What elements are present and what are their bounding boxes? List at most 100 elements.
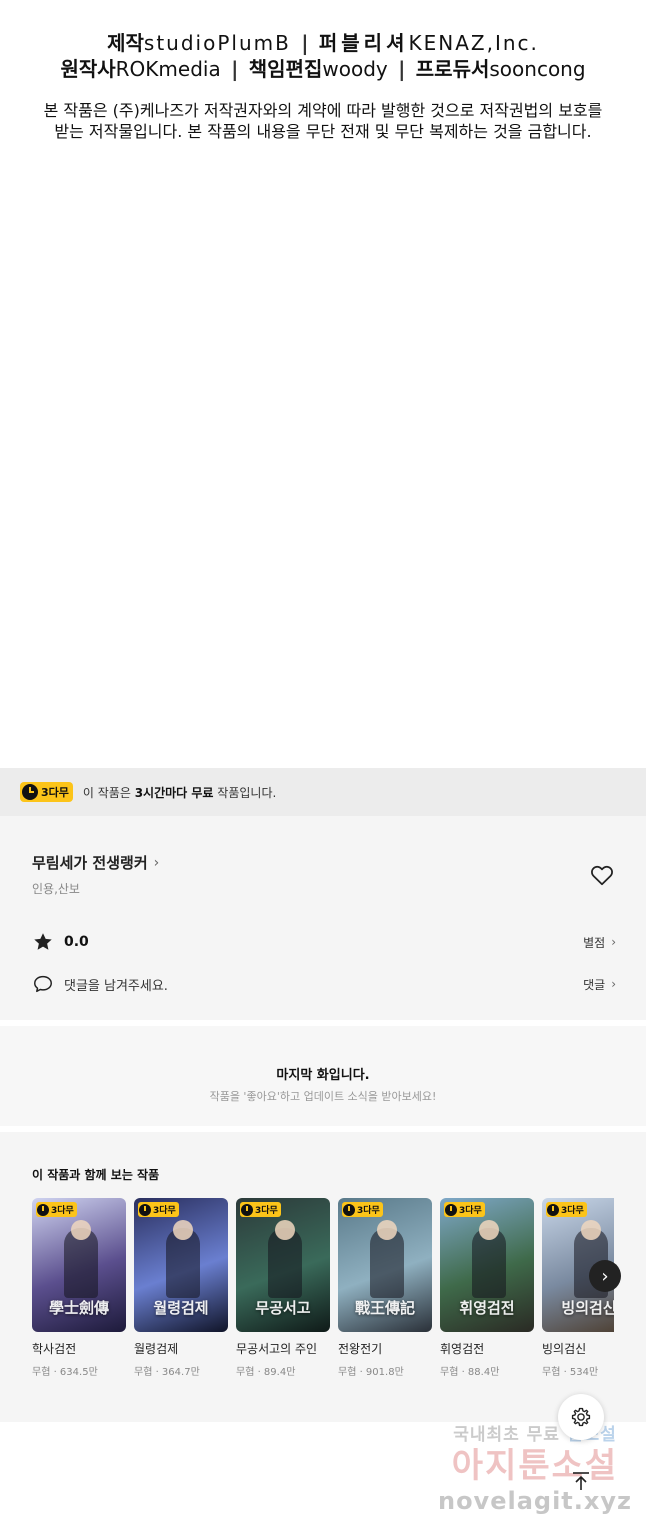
chevron-right-icon: ›	[601, 1265, 609, 1287]
credit-value: woody	[322, 57, 388, 81]
recommendation-title: 휘영검전	[440, 1342, 485, 1356]
like-button[interactable]	[589, 862, 615, 888]
copyright-notice: 본 작품은 (주)케나즈가 저작권자와의 계약에 따라 발행한 것으로 저작권법…	[0, 100, 646, 142]
chevron-right-icon: ›	[153, 854, 160, 871]
credit-line-1: 제작studioPlumB | 퍼블리셔KENAZ,Inc.	[0, 30, 646, 56]
rate-link-label: 별점	[583, 935, 606, 950]
credit-label: 책임편집	[248, 57, 323, 81]
cover-title-logo: 빙의검신	[561, 1299, 614, 1317]
rating-value: 0.0	[64, 934, 89, 950]
cover-title-logo: 學士劍傳	[48, 1299, 109, 1317]
clock-icon	[241, 1203, 253, 1216]
rate-link[interactable]: 별점 ›	[583, 934, 616, 951]
rating-row: 0.0 별점 ›	[32, 930, 616, 954]
clock-icon	[37, 1203, 49, 1216]
recommendation-card[interactable]: 戰王傳記 3다무전왕전기무협 · 901.8만	[338, 1198, 432, 1378]
scroll-to-top-button[interactable]	[558, 1458, 604, 1504]
credit-separator: |	[398, 57, 406, 81]
work-info-panel: 무림세가 전생랭커 › 인용,산보 0.0 별점 › 댓글을 남겨주세요. 댓글…	[0, 816, 646, 1020]
cover-character-head	[71, 1220, 91, 1240]
free-badge-label: 3다무	[255, 1206, 278, 1216]
credit-value: KENAZ,Inc.	[408, 31, 539, 55]
last-episode-panel: 마지막 화입니다. 작품을 '좋아요'하고 업데이트 소식을 받아보세요!	[0, 1020, 646, 1132]
recommendation-meta: 무협 · 901.8만	[338, 1367, 404, 1378]
recommendation-title: 전왕전기	[338, 1342, 383, 1356]
last-episode-title: 마지막 화입니다.	[276, 1068, 370, 1083]
cover-character-head	[479, 1220, 499, 1240]
cover-character-head	[581, 1220, 601, 1240]
copyright-line-2: 받는 저작물입니다. 본 작품의 내용을 무단 전재 및 무단 복제하는 것을 …	[54, 122, 592, 141]
free-badge: 3다무	[342, 1202, 383, 1217]
free-every-3-hours-banner: 3다무 이 작품은 3시간마다 무료 작품입니다.	[0, 768, 646, 816]
recommendation-card[interactable]: 學士劍傳 3다무 학사검전 무협 · 634.5만	[32, 1198, 126, 1378]
clock-icon	[547, 1203, 559, 1216]
cover-title-logo: 월령검제	[153, 1299, 209, 1317]
recommendation-card[interactable]: 무공서고 3다무무공서고의 주인무협 · 89.4만	[236, 1198, 330, 1378]
watermark-line-1: 국내최초 무료 웹소설	[430, 1420, 640, 1445]
recommendation-title: 빙의검신	[542, 1342, 587, 1356]
recommendation-cover: 월령검제 3다무	[134, 1198, 228, 1332]
carousel-next-button[interactable]: ›	[589, 1260, 621, 1292]
heart-icon	[591, 865, 613, 886]
watermark-line-1a: 국내최초 무료	[453, 1425, 567, 1445]
recommendation-card[interactable]: 월령검제 3다무 월령검제 무협 · 364.7만	[134, 1198, 228, 1378]
cover-title-logo: 戰王傳記	[354, 1299, 415, 1317]
cover-title-logo: 휘영검전	[459, 1299, 515, 1317]
recommendation-title: 월령검제	[134, 1342, 179, 1356]
free-badge: 3다무	[36, 1202, 77, 1217]
credit-value: ROKmedia	[115, 57, 221, 81]
last-episode-box: 마지막 화입니다. 작품을 '좋아요'하고 업데이트 소식을 받아보세요!	[0, 1020, 646, 1132]
free-badge-label: 3다무	[459, 1206, 482, 1216]
recommendation-cover: 戰王傳記 3다무	[338, 1198, 432, 1332]
cover-title-logo: 무공서고	[255, 1299, 311, 1317]
credit-label: 퍼블리셔	[318, 31, 409, 55]
credit-label: 원작사	[60, 57, 116, 81]
viewer-settings-button[interactable]	[558, 1394, 604, 1440]
credit-value: studioPlumB	[143, 31, 291, 55]
free-banner-text: 이 작품은 3시간마다 무료 작품입니다.	[83, 784, 276, 801]
chevron-right-icon: ›	[611, 977, 616, 991]
watermark: 국내최초 무료 웹소설 아지툰소설 novelagit.xyz	[430, 1420, 640, 1515]
recommendation-title: 무공서고의 주인	[236, 1342, 318, 1356]
recommendation-cover: 무공서고 3다무	[236, 1198, 330, 1332]
comment-prompt[interactable]: 댓글을 남겨주세요.	[64, 975, 168, 994]
recommendation-cover: 휘영검전 3다무	[440, 1198, 534, 1332]
recommendation-meta: 무협 · 634.5만	[32, 1367, 98, 1378]
banner-text-suffix: 작품입니다.	[213, 785, 277, 800]
work-authors: 인용,산보	[32, 882, 80, 896]
banner-text-prefix: 이 작품은	[82, 785, 135, 800]
free-badge-label: 3다무	[357, 1206, 380, 1216]
recommendations-list: 學士劍傳 3다무 학사검전 무협 · 634.5만 월령검제 3다무 월령검제 무협 · 36…	[32, 1198, 614, 1388]
speech-bubble-icon	[34, 975, 52, 993]
credit-value: sooncong	[489, 57, 586, 81]
free-badge: 3다무	[240, 1202, 281, 1217]
credit-line-2: 원작사ROKmedia | 책임편집woody | 프로듀서sooncong	[0, 56, 646, 82]
work-title-link[interactable]: 무림세가 전생랭커 ›	[32, 852, 159, 873]
banner-text-bold: 3시간마다 무료	[134, 785, 214, 800]
gear-icon	[571, 1407, 591, 1427]
recommendations-panel: 이 작품과 함께 보는 작품 學士劍傳 3다무 학사검전 무협 · 634.5만 월령검…	[0, 1132, 646, 1422]
free-badge: 3다무	[20, 782, 73, 802]
free-badge: 3다무	[444, 1202, 485, 1217]
free-badge: 3다무	[546, 1202, 587, 1217]
recommendation-meta: 무협 · 89.4만	[236, 1367, 296, 1378]
copyright-line-1: 본 작품은 (주)케나즈가 저작권자와의 계약에 따라 발행한 것으로 저작권법…	[43, 101, 603, 120]
clock-icon	[343, 1203, 355, 1216]
credit-separator: |	[301, 31, 309, 55]
work-title: 무림세가 전생랭커	[32, 854, 148, 872]
recommendation-cover: 學士劍傳 3다무	[32, 1198, 126, 1332]
recommendation-meta: 무협 · 534만	[542, 1367, 599, 1378]
clock-icon	[22, 784, 38, 800]
last-episode-subtitle: 작품을 '좋아요'하고 업데이트 소식을 받아보세요!	[209, 1090, 437, 1103]
cover-character-head	[377, 1220, 397, 1240]
clock-icon	[139, 1203, 151, 1216]
comments-link[interactable]: 댓글 ›	[583, 976, 616, 993]
credit-separator: |	[231, 57, 239, 81]
cover-character-head	[275, 1220, 295, 1240]
recommendation-meta: 무협 · 88.4만	[440, 1367, 500, 1378]
watermark-line-3: novelagit.xyz	[437, 1487, 632, 1515]
free-badge-label: 3다무	[153, 1206, 176, 1216]
recommendation-card[interactable]: 휘영검전 3다무휘영검전무협 · 88.4만	[440, 1198, 534, 1378]
cover-character-head	[173, 1220, 193, 1240]
credits-block: 제작studioPlumB | 퍼블리셔KENAZ,Inc. 원작사ROKmed…	[0, 30, 646, 82]
